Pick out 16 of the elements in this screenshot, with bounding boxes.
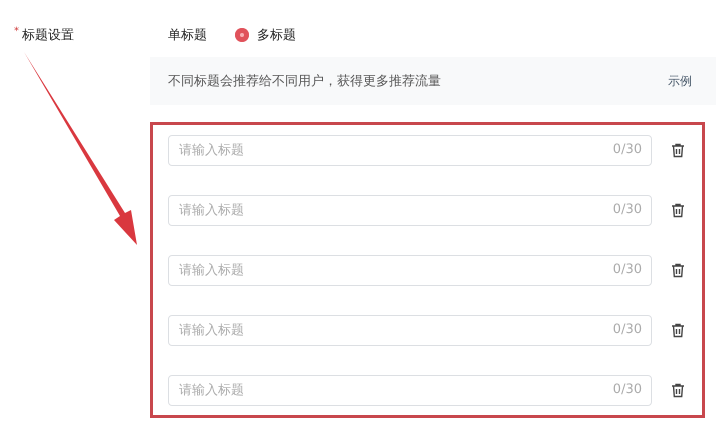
example-link[interactable]: 示例	[668, 72, 692, 90]
trash-icon[interactable]	[671, 263, 685, 278]
character-counter: 0/30	[612, 202, 642, 217]
radio-option[interactable]: 多标题	[235, 26, 296, 44]
character-counter: 0/30	[612, 322, 642, 337]
required-mark: *	[14, 26, 19, 37]
trash-icon[interactable]	[671, 143, 685, 158]
trash-icon[interactable]	[671, 383, 685, 398]
character-counter: 0/30	[612, 142, 642, 157]
character-counter: 0/30	[612, 382, 642, 397]
trash-icon[interactable]	[671, 323, 685, 338]
field-label: 标题设置	[22, 27, 74, 44]
hint-text: 不同标题会推荐给不同用户，获得更多推荐流量	[168, 73, 441, 90]
radio-option[interactable]: 单标题	[168, 26, 207, 44]
character-counter: 0/30	[612, 262, 642, 277]
trash-icon[interactable]	[671, 203, 685, 218]
